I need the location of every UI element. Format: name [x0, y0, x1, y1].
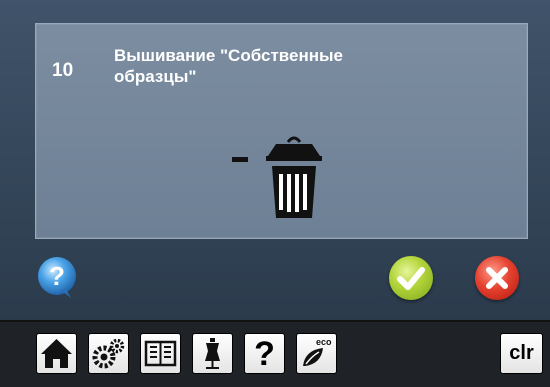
checkmark-icon: [397, 267, 425, 290]
minus-icon: [232, 157, 248, 162]
message-text: Вышивание "Собственные образцы": [114, 46, 343, 86]
setup-button[interactable]: [88, 333, 129, 374]
x-icon: [486, 267, 508, 289]
question-bubble-icon: ?: [38, 257, 76, 298]
gears-icon: [92, 338, 125, 369]
clear-button[interactable]: clr: [500, 333, 543, 374]
tutorial-button[interactable]: [140, 333, 181, 374]
screen: 10 Вышивание "Собственные образцы" ?: [0, 0, 550, 322]
home-icon: [41, 339, 72, 368]
creative-consultant-button[interactable]: [192, 333, 233, 374]
svg-text:?: ?: [49, 261, 65, 291]
dress-form-icon: [205, 338, 220, 369]
help-taskbar-button[interactable]: ?: [244, 333, 285, 374]
eco-label: eco: [316, 337, 332, 347]
message-number: 10: [52, 60, 74, 81]
confirm-button[interactable]: [389, 256, 433, 300]
cancel-button[interactable]: [475, 256, 519, 300]
home-button[interactable]: [36, 333, 77, 374]
eco-button[interactable]: eco: [296, 333, 337, 374]
help-button[interactable]: ?: [35, 256, 79, 300]
trash-icon: [260, 132, 328, 220]
book-icon: [144, 340, 177, 367]
